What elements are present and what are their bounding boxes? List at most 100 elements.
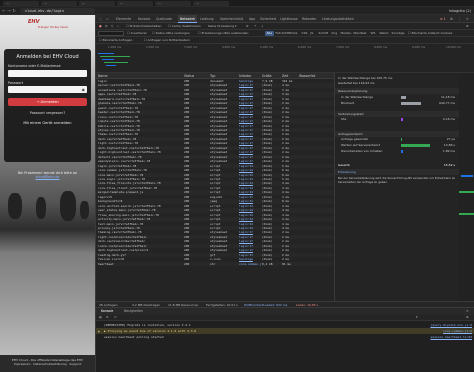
console-message-text: session heartbeat polling started — [104, 335, 164, 339]
upload-icon[interactable]: ⇡ — [254, 24, 257, 29]
filter-chip-media[interactable]: Medien — [339, 31, 353, 36]
preserve-log-checkbox[interactable]: ☐ Protokoll beibehalten — [126, 24, 161, 29]
timing-row-bar — [401, 138, 403, 141]
filter-input[interactable] — [98, 31, 124, 36]
browser-tab[interactable]: … — [41, 1, 77, 6]
tab-security[interactable]: Sicherheit — [260, 15, 276, 23]
console-sidebar-icon[interactable]: ▤ — [99, 315, 102, 320]
browser-tab[interactable]: … — [193, 1, 229, 6]
filter-chip-js[interactable]: JS — [309, 31, 315, 36]
filter-toolbar-secondary: ☐ Blockierte Anfragen ☐ Anfragen von Dri… — [96, 37, 474, 44]
network-toolbar: ● ⊘ ▽ ⌕ ☐ Protokoll beibehalten ☐ Cache … — [96, 23, 474, 30]
tab-performance-insights[interactable]: Leistungsstatistiken — [322, 15, 354, 23]
login-form: Anmelden bei EHV Cloud Kontoname oder E-… — [4, 49, 91, 162]
throttling-select[interactable]: Keine Drosselung ▾ — [208, 24, 237, 29]
filter-chip-wasm[interactable]: Wasm — [378, 31, 390, 36]
player-silhouette — [8, 193, 22, 219]
timing-row-label: SSL — [341, 117, 347, 121]
filter-chip-img[interactable]: Img — [330, 31, 339, 36]
browser-tab[interactable]: … — [155, 1, 191, 6]
third-party-checkbox[interactable]: ☐ Anfragen von Drittanbietern — [144, 38, 190, 43]
support-email-link[interactable]: cloud@ehv.de — [6, 175, 89, 179]
player-silhouette — [60, 191, 76, 221]
console-filter-input[interactable]: ▭ — [114, 315, 117, 320]
request-status: 200 — [184, 261, 190, 266]
filter-chip-other[interactable]: Sonstige — [390, 31, 406, 36]
timing-row-label: Warten auf Serverantwort — [341, 143, 380, 147]
wifi-icon[interactable]: ≋ — [246, 24, 249, 29]
filter-chip-ws[interactable]: WS — [369, 31, 377, 36]
filter-chip-all[interactable]: Alle — [265, 31, 274, 36]
waterfall-scroll-strip[interactable] — [459, 73, 474, 301]
error-count-badge[interactable]: ⊗ 1 — [440, 15, 446, 23]
tab-drawer-news[interactable]: Neuigkeiten — [124, 308, 143, 315]
tab-network[interactable]: Netzwerk — [178, 15, 197, 23]
console-levels-select[interactable]: ▾ — [416, 315, 418, 320]
tab-console[interactable]: Konsole — [138, 15, 150, 23]
tab-recorder[interactable]: Rekorder — [302, 15, 316, 23]
close-drawer-icon[interactable]: ✕ — [466, 308, 469, 315]
network-overview-timeline[interactable]: 1.000 ms 2.000 ms 3.000 ms 4.000 ms 5.00… — [96, 44, 474, 73]
console-source-link[interactable]: session-heartbeat.ts:69 — [430, 334, 472, 340]
timing-row-value: 14,86 s — [443, 143, 455, 147]
clear-icon[interactable]: ⊘ — [105, 24, 108, 29]
request-initiator[interactable]: core-common.js — [239, 262, 261, 266]
search-icon[interactable]: ⌕ — [117, 24, 119, 29]
more-icon[interactable]: ⋮ — [458, 15, 461, 23]
timing-row-value: 0,16 ms — [442, 117, 455, 121]
device-login-link[interactable]: Mit einem Gerät anmelden — [8, 121, 87, 125]
invert-checkbox[interactable]: ☐ Invertieren — [127, 31, 147, 36]
hide-extension-urls-checkbox[interactable]: ☐ Erweiterungs-URLs ausblenden — [198, 31, 248, 36]
timing-section: Erläuterung — [335, 169, 474, 175]
blocked-cookies-checkbox[interactable]: ☐ Blockierte Antwort-Cookies — [408, 31, 452, 36]
filter-chip-manifest[interactable]: Manifest — [352, 31, 368, 36]
back-icon[interactable]: ← — [2, 9, 6, 13]
login-button[interactable]: → Anmelden — [8, 98, 87, 106]
table-row[interactable]: heartbeat 200 xhr core-common.js 0,4 kB 81 ms — [96, 261, 334, 267]
overview-bar — [104, 62, 128, 63]
filter-chip-font[interactable]: Schrift — [317, 31, 330, 36]
password-field[interactable]: ◉ — [8, 86, 87, 93]
tab-memory[interactable]: Speicherinhalt — [220, 15, 243, 23]
help-hint: Bei Problemen wende dich bitte an cloud@… — [6, 171, 89, 179]
record-icon[interactable]: ● — [99, 24, 102, 29]
close-icon[interactable]: ✕ — [466, 15, 469, 23]
console-clear-icon[interactable]: ⊘ — [106, 315, 109, 320]
browser-tab[interactable]: … — [79, 1, 115, 6]
hide-data-urls-checkbox[interactable]: ☐ Daten-URLs verbergen — [152, 31, 190, 36]
disable-cache-checkbox[interactable]: ☐ Cache deaktivieren — [168, 24, 201, 29]
request-time: 81 ms — [282, 261, 291, 266]
url-input[interactable]: cloud.ehv.de/login — [20, 8, 95, 14]
settings-icon[interactable]: ⚙ — [450, 15, 453, 23]
username-field[interactable] — [8, 69, 87, 77]
filter-toolbar: ☐ Invertieren ☐ Daten-URLs verbergen ☐ E… — [96, 30, 474, 37]
profile-button[interactable]: Inkognito (2) — [449, 8, 471, 14]
device-toggle-icon[interactable]: ▭ — [106, 15, 109, 23]
inspect-icon[interactable]: ⬚ — [99, 15, 102, 23]
waterfall-mark — [459, 213, 474, 215]
browser-tab[interactable]: … — [117, 1, 153, 6]
console-toolbar: ▤ ⊘ ▭ ▾ ⚙ — [96, 315, 474, 321]
filter-chip-doc[interactable]: Dok. — [290, 31, 300, 36]
filter-icon[interactable]: ▽ — [111, 24, 113, 29]
reload-icon[interactable]: ↻ — [12, 9, 16, 13]
tab-lighthouse[interactable]: Lighthouse — [280, 15, 298, 23]
tab-application[interactable]: App — [249, 15, 255, 23]
console-settings-icon[interactable]: ⚙ — [466, 315, 469, 320]
tab-performance[interactable]: Leistung — [200, 15, 214, 23]
blocked-requests-checkbox[interactable]: ☐ Blockierte Anfragen — [99, 38, 132, 43]
overview-tick: 7.000 ms — [336, 45, 350, 49]
network-settings-icon[interactable]: ⚙ — [466, 24, 469, 29]
download-icon[interactable]: ⇣ — [261, 24, 264, 29]
timing-row-value: 1,89 ms — [442, 149, 455, 153]
browser-tab[interactable]: … — [3, 1, 39, 6]
forward-icon[interactable]: → — [7, 9, 11, 13]
filter-chip-css[interactable]: CSS — [300, 31, 309, 36]
tab-drawer-console[interactable]: Konsole — [101, 308, 113, 315]
eye-icon[interactable]: ◉ — [82, 86, 86, 93]
timing-total-value: 15,52 s — [443, 163, 455, 167]
footer-links[interactable]: Impressum · Datenschutzerklärung · Suppo… — [0, 362, 95, 366]
forgot-password-link[interactable]: Passwort vergessen? — [8, 111, 87, 115]
tab-elements[interactable]: Elemente — [116, 15, 131, 23]
tab-sources[interactable]: Quellcode — [156, 15, 172, 23]
